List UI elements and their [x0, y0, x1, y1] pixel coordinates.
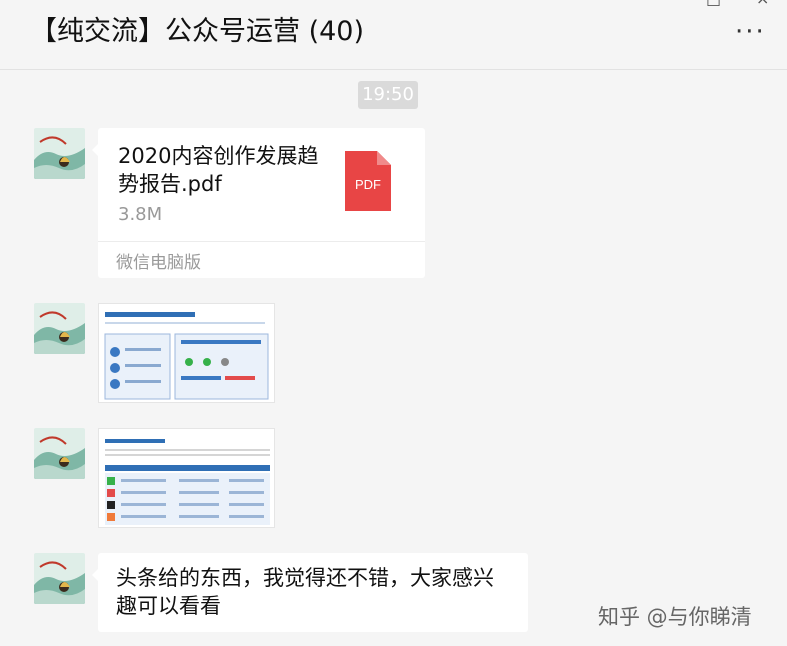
file-message[interactable]: 2020内容创作发展趋势报告.pdf 3.8M PDF 微信电脑版 — [92, 128, 425, 278]
avatar[interactable] — [34, 553, 85, 604]
file-source-footer: 微信电脑版 — [98, 241, 425, 278]
close-icon[interactable]: × — [756, 0, 769, 8]
minimize-icon[interactable]: – — [604, 0, 612, 8]
image-message[interactable] — [98, 303, 275, 403]
image-message[interactable] — [98, 428, 275, 528]
chat-header: – □ × 【纯交流】公众号运营 (40) ··· — [0, 0, 787, 70]
chat-title: 【纯交流】公众号运营 (40) — [30, 16, 365, 47]
file-source-label: 微信电脑版 — [116, 253, 201, 273]
file-name: 2020内容创作发展趋势报告.pdf — [118, 144, 319, 196]
pdf-file-icon: PDF — [345, 151, 391, 211]
watermark: 知乎 @与你睇清 — [598, 605, 752, 629]
text-message[interactable]: 头条给的东西，我觉得还不错，大家感兴趣可以看看 — [92, 553, 528, 632]
avatar[interactable] — [34, 128, 85, 179]
pdf-icon-label: PDF — [355, 177, 381, 192]
more-dots-icon[interactable]: ··· — [735, 19, 766, 45]
maximize-icon[interactable]: □ — [706, 0, 721, 8]
avatar[interactable] — [34, 303, 85, 354]
avatar[interactable] — [34, 428, 85, 479]
file-size: 3.8M — [118, 204, 163, 225]
message-timestamp: 19:50 — [358, 81, 418, 109]
